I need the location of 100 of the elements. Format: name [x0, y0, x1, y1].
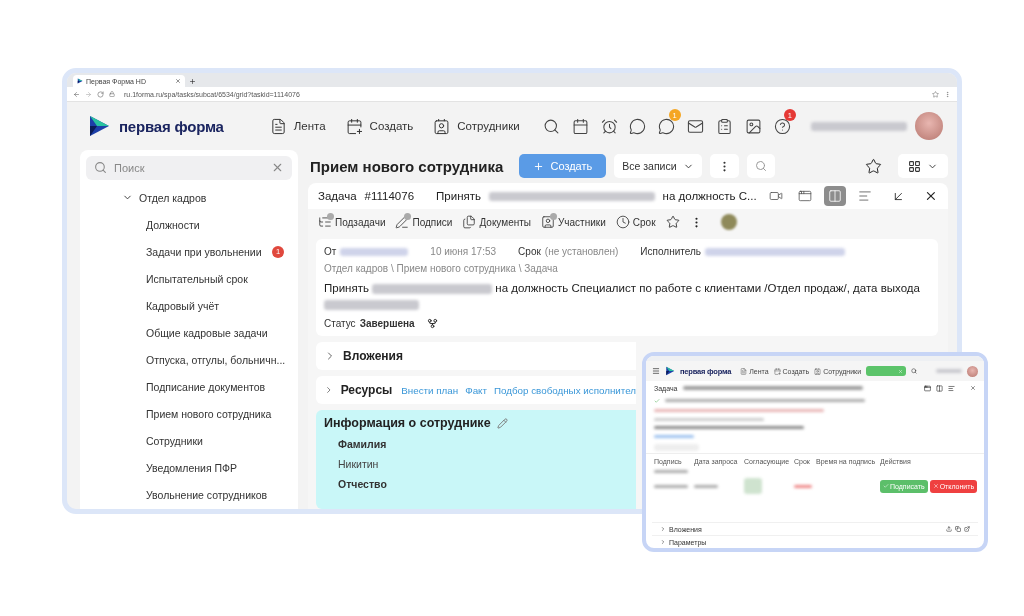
task-title: на должность С...: [662, 190, 757, 202]
blurred-text: [654, 484, 688, 488]
task-type: Задача: [318, 190, 357, 202]
blurred-text: [654, 470, 688, 473]
field-label: От: [324, 246, 337, 257]
tree-item[interactable]: Должности: [86, 211, 292, 238]
new-tab-icon[interactable]: [189, 78, 196, 85]
menu-icon[interactable]: [652, 367, 660, 375]
calendar-plus-icon: [773, 367, 781, 375]
avatar[interactable]: [720, 214, 737, 230]
avatar[interactable]: [967, 365, 978, 377]
search-icon: [754, 160, 767, 172]
section-title: Вложения: [343, 349, 403, 363]
tree-item[interactable]: Испытательный срок: [86, 265, 292, 292]
description-text: на должность Специалист по работе с клиентами /Отдел продаж/, дата выхода: [495, 282, 920, 294]
clear-icon[interactable]: [271, 161, 284, 174]
tree-item[interactable]: Общие кадровые задачи: [86, 319, 292, 346]
status-value: Завершена: [359, 318, 415, 329]
star-icon[interactable]: [665, 215, 680, 229]
upload-icon[interactable]: [946, 526, 952, 532]
subtasks-icon: [318, 215, 332, 229]
chevron-icon: [660, 526, 666, 532]
back-icon[interactable]: [73, 90, 80, 98]
signature-icon: [395, 215, 410, 229]
task-date: 10 июня 17:53: [430, 246, 497, 257]
fork-icon[interactable]: [426, 318, 438, 329]
task-number: #1114076: [364, 190, 415, 202]
star-icon[interactable]: [865, 157, 882, 175]
chevron-icon: [660, 539, 666, 545]
clipboard-icon: [715, 117, 733, 135]
field-label: Срок: [518, 246, 541, 257]
window-icon[interactable]: [924, 384, 931, 392]
description-text: Принять: [324, 282, 369, 294]
tree-item[interactable]: Отпуска, отгулы, больничн...: [86, 346, 292, 373]
help-icon: [773, 117, 791, 135]
toolbar-tab[interactable]: Подзадачи: [318, 215, 386, 229]
search-icon: [543, 117, 560, 135]
tree-item[interactable]: Отдел кадров: [86, 184, 292, 211]
document-icon: [740, 367, 748, 375]
search-icon[interactable]: [911, 368, 918, 374]
close-icon: [932, 483, 939, 489]
tree-item[interactable]: Сотрудники: [86, 427, 292, 454]
nav-link[interactable]: Лента: [269, 117, 326, 135]
copy-icon[interactable]: [955, 526, 961, 532]
avatar[interactable]: [915, 112, 944, 140]
toolbar-tab[interactable]: Срок: [615, 215, 656, 229]
window-icon: [798, 189, 813, 203]
text-lines-icon[interactable]: [948, 384, 955, 392]
logo-text: первая форма: [119, 117, 224, 135]
breadcrumb: Отдел кадров \ Прием нового сотрудника \ Задача: [324, 263, 559, 274]
logo-icon: [87, 114, 111, 138]
tree-item[interactable]: Увольнение сотрудников: [86, 481, 292, 508]
check-icon: [883, 483, 889, 489]
view-dropdown[interactable]: [898, 154, 948, 178]
close-icon[interactable]: [924, 189, 938, 203]
image-icon: [744, 117, 762, 135]
tree-item[interactable]: Подписание документов: [86, 373, 292, 400]
chat-bubble-icon: [658, 117, 676, 135]
field-value: (не установлен): [544, 246, 619, 257]
collapsible-section[interactable]: Ресурсы Внести план Факт Подбор свободных исполнител: [316, 376, 636, 404]
document-icon: [269, 117, 287, 135]
calendar-plus-icon: [345, 117, 363, 135]
search-icon: [94, 161, 107, 174]
contact-card-icon: [433, 117, 451, 135]
toolbar-tab[interactable]: Документы: [462, 215, 531, 229]
columns-icon[interactable]: [936, 384, 943, 392]
alarm-clock-icon: [600, 117, 618, 135]
reload-icon[interactable]: [97, 90, 104, 98]
columns-view-button[interactable]: [824, 186, 846, 206]
blurred-text: [654, 435, 694, 438]
nav-link[interactable]: Сотрудники: [433, 117, 520, 135]
section-title: Ресурсы: [340, 383, 393, 397]
check-icon[interactable]: [654, 397, 660, 404]
filter-dropdown[interactable]: Все записи: [614, 154, 702, 178]
plus-icon: [533, 160, 545, 172]
nav-link[interactable]: Создать: [345, 117, 414, 135]
tree-item[interactable]: Кадровый учёт: [86, 292, 292, 319]
lock-icon: [109, 91, 115, 97]
logo-icon: [77, 78, 83, 84]
toolbar-tab[interactable]: Участники: [541, 215, 606, 229]
star-icon[interactable]: [932, 90, 939, 98]
external-link-icon[interactable]: [964, 526, 970, 532]
blurred-text: [794, 484, 812, 488]
tree-item[interactable]: Прием нового сотрудника: [86, 400, 292, 427]
clock-icon: [615, 215, 630, 229]
calendar-icon: [571, 117, 589, 135]
tree-item[interactable]: Уведомления ПФР: [86, 454, 292, 481]
field-label: Фамилия: [338, 438, 387, 450]
field-label: Статус: [324, 318, 356, 329]
search-field[interactable]: Поиск: [86, 156, 292, 180]
pencil-icon[interactable]: [496, 417, 508, 429]
text-lines-icon: [857, 189, 872, 203]
field-label: Исполнитель: [640, 246, 701, 257]
toolbar-tab[interactable]: Подписи: [395, 215, 453, 229]
chat-icon: [629, 117, 647, 135]
blurred-text: [694, 484, 718, 488]
task-title: Принять: [436, 190, 481, 202]
blurred-text: [744, 478, 762, 494]
field-label: Отчество: [338, 478, 387, 490]
collapsible-section[interactable]: Вложения: [316, 342, 636, 370]
